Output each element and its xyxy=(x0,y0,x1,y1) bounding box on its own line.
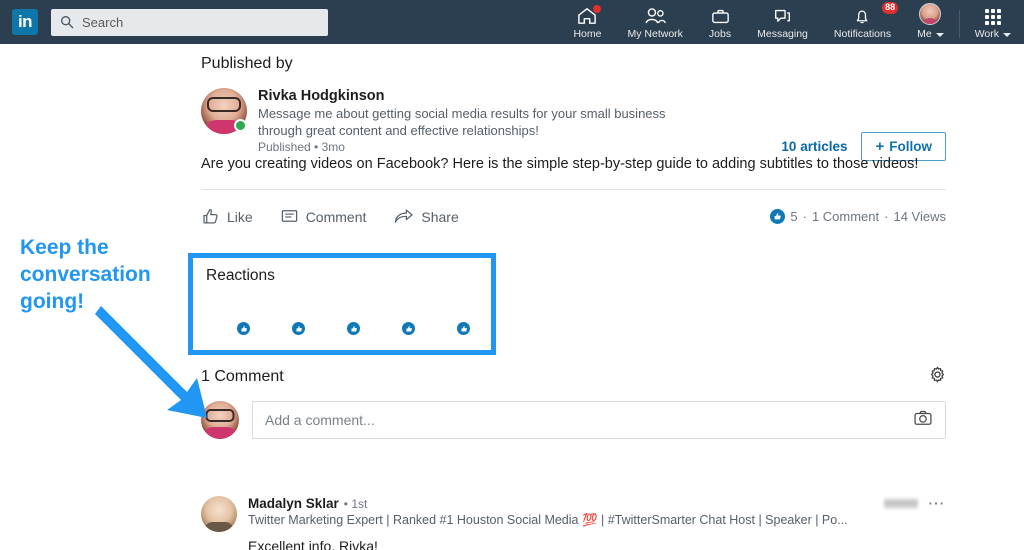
reactions-title: Reactions xyxy=(206,267,275,284)
comments-header: 1 Comment xyxy=(201,366,946,388)
like-button[interactable]: Like xyxy=(201,207,253,226)
commenter-name[interactable]: Madalyn Sklar xyxy=(248,496,339,511)
share-button[interactable]: Share xyxy=(393,207,459,226)
search-placeholder: Search xyxy=(82,14,124,30)
thumbs-up-icon xyxy=(203,208,218,224)
message-icon xyxy=(773,6,792,25)
add-comment-placeholder: Add a comment... xyxy=(265,412,375,428)
nav-divider xyxy=(958,10,960,38)
grid-icon xyxy=(984,6,1001,25)
author-name[interactable]: Rivka Hodgkinson xyxy=(258,88,946,104)
view-count: 14 Views xyxy=(893,209,946,224)
add-comment-input[interactable]: Add a comment... xyxy=(252,401,946,439)
social-action-bar: Like Comment Share 5 · 1 Comment · 14 Vi… xyxy=(201,207,946,226)
reaction-avatar-5[interactable] xyxy=(426,292,472,337)
author-row: Rivka Hodgkinson Message me about gettin… xyxy=(201,88,946,161)
thumbs-up-icon xyxy=(345,320,362,337)
nav-label-messaging: Messaging xyxy=(757,28,808,40)
reactions-panel: Reactions xyxy=(188,253,496,355)
comment-count: 1 Comment xyxy=(811,209,880,224)
share-label: Share xyxy=(421,208,459,225)
like-label: Like xyxy=(227,208,253,225)
avatar xyxy=(919,3,942,25)
commenter-name-row: Madalyn Sklar • 1st xyxy=(248,496,946,511)
search-input[interactable]: Search xyxy=(51,8,328,36)
comment-label: Comment xyxy=(305,208,367,225)
ellipsis-icon[interactable]: ⋯ xyxy=(928,495,947,512)
top-navigation-bar: in Search Home My Network Jobs Messaging… xyxy=(0,0,1024,44)
follow-button-label: Follow xyxy=(889,139,932,154)
like-reaction-icon xyxy=(770,209,786,224)
linkedin-logo[interactable]: in xyxy=(12,9,38,35)
reaction-avatar-2[interactable] xyxy=(261,292,307,337)
thumbs-up-icon xyxy=(235,320,252,337)
nav-item-home[interactable]: Home xyxy=(560,0,614,44)
add-comment-row: Add a comment... xyxy=(201,401,946,439)
nav-label-work: Work xyxy=(975,28,1011,40)
bell-icon xyxy=(853,6,872,25)
commenter-headline: Twitter Marketing Expert | Ranked #1 Hou… xyxy=(248,513,848,527)
camera-icon[interactable] xyxy=(913,409,933,432)
comment-list-item: Madalyn Sklar • 1st Twitter Marketing Ex… xyxy=(201,495,947,550)
home-badge-dot xyxy=(593,5,602,13)
chevron-down-icon xyxy=(935,33,944,37)
nav-item-my-network[interactable]: My Network xyxy=(614,0,695,44)
reaction-avatar-3[interactable] xyxy=(316,292,362,337)
nav-items: Home My Network Jobs Messaging 88 Notifi… xyxy=(560,0,1024,44)
published-by-label: Published by xyxy=(201,55,293,72)
nav-label-my-network: My Network xyxy=(627,28,683,40)
chevron-down-icon xyxy=(1003,33,1011,37)
annotation-arrow-icon xyxy=(95,306,207,418)
share-arrow-icon xyxy=(395,209,414,223)
author-description: Message me about getting social media re… xyxy=(258,106,666,139)
thumbs-up-icon xyxy=(400,320,417,337)
plus-icon: + xyxy=(875,138,885,155)
nav-item-jobs[interactable]: Jobs xyxy=(696,0,744,44)
connection-degree: • 1st xyxy=(343,497,368,511)
search-icon xyxy=(60,15,74,29)
nav-item-work[interactable]: Work xyxy=(962,0,1024,44)
gear-icon[interactable] xyxy=(929,366,946,388)
comment-text: Excellent info, Rivka! xyxy=(248,538,378,550)
avatar-icon xyxy=(919,3,942,25)
people-icon xyxy=(644,6,667,25)
notifications-badge: 88 xyxy=(882,2,899,14)
reaction-avatar-list xyxy=(206,292,491,337)
thumbs-up-icon xyxy=(290,320,307,337)
articles-count-link[interactable]: 10 articles xyxy=(781,139,847,154)
comment-button[interactable]: Comment xyxy=(280,207,367,226)
linkedin-article-page: in Search Home My Network Jobs Messaging… xyxy=(0,0,1024,550)
nav-item-me[interactable]: Me xyxy=(904,0,957,44)
comment-body: Madalyn Sklar • 1st Twitter Marketing Ex… xyxy=(248,496,946,550)
like-count: 5 xyxy=(790,209,798,224)
thumbs-up-icon xyxy=(455,320,472,337)
nav-item-notifications[interactable]: 88 Notifications xyxy=(821,0,904,44)
nav-label-jobs: Jobs xyxy=(708,28,732,40)
online-status-dot xyxy=(234,119,247,132)
commenter-avatar[interactable] xyxy=(201,496,237,532)
comment-timestamp-redacted xyxy=(883,498,918,509)
stats-separator-2: · xyxy=(884,209,889,224)
nav-label-home: Home xyxy=(573,28,602,40)
briefcase-icon xyxy=(711,6,730,25)
post-body-text: Are you creating videos on Facebook? Her… xyxy=(201,156,919,172)
reaction-avatar-4[interactable] xyxy=(371,292,417,337)
author-avatar[interactable] xyxy=(201,88,247,134)
post-stats[interactable]: 5 · 1 Comment · 14 Views xyxy=(770,209,946,224)
nav-label-notifications: Notifications xyxy=(833,28,892,40)
nav-label-me: Me xyxy=(917,28,944,40)
comment-bubble-icon xyxy=(281,210,297,222)
nav-item-messaging[interactable]: Messaging xyxy=(744,0,821,44)
comment-meta-right: ⋯ xyxy=(883,495,947,512)
stats-separator-1: · xyxy=(802,209,807,224)
divider-above-actions xyxy=(201,189,946,190)
